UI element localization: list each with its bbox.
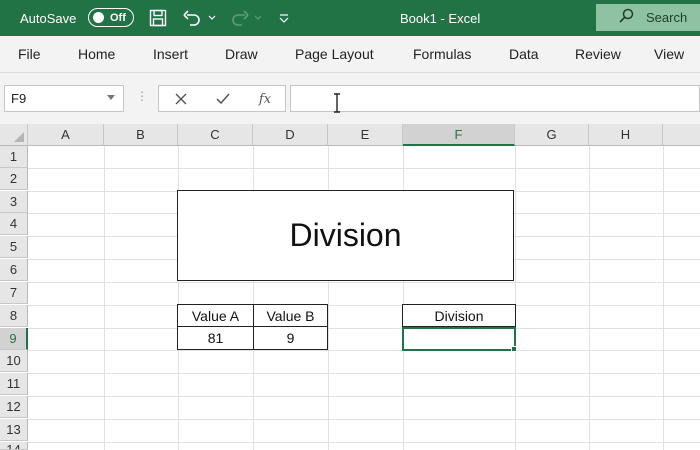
- column-header-g[interactable]: G: [515, 124, 589, 146]
- row-header-1[interactable]: 1: [0, 146, 28, 168]
- column-header-b[interactable]: B: [104, 124, 178, 146]
- menu-formulas[interactable]: Formulas: [413, 36, 471, 72]
- cell-value-b[interactable]: 9: [253, 327, 328, 350]
- gridline: [28, 419, 700, 420]
- row-header-11[interactable]: 11: [0, 373, 28, 395]
- column-header-c[interactable]: C: [178, 124, 253, 146]
- selected-cell-f9[interactable]: [402, 327, 516, 351]
- header-value-a[interactable]: Value A: [177, 304, 254, 327]
- gridline: [28, 282, 700, 283]
- menu-bar: File Home Insert Draw Page Layout Formul…: [0, 36, 700, 72]
- row-header-2[interactable]: 2: [0, 168, 28, 190]
- toggle-knob: [93, 12, 104, 23]
- search-icon: [618, 8, 634, 27]
- fill-handle[interactable]: [511, 346, 517, 352]
- cell-value-a[interactable]: 81: [177, 327, 254, 350]
- menu-insert[interactable]: Insert: [153, 36, 188, 72]
- header-value-b[interactable]: Value B: [253, 304, 328, 327]
- header-division[interactable]: Division: [402, 304, 516, 327]
- row-header-7[interactable]: 7: [0, 282, 28, 304]
- row-header-12[interactable]: 12: [0, 396, 28, 418]
- gridline: [28, 396, 700, 397]
- row-header-8[interactable]: 8: [0, 305, 28, 327]
- column-header-overflow: [663, 124, 700, 146]
- menu-page-layout[interactable]: Page Layout: [295, 36, 374, 72]
- menu-data[interactable]: Data: [509, 36, 539, 72]
- enter-icon[interactable]: [213, 89, 233, 109]
- formula-bar-area: F9 ⋮ fx: [0, 72, 700, 124]
- column-header-a[interactable]: A: [28, 124, 104, 146]
- formula-buttons: fx: [158, 85, 286, 112]
- menu-review[interactable]: Review: [575, 36, 621, 72]
- autosave-label: AutoSave: [20, 10, 77, 26]
- row-header-3[interactable]: 3: [0, 191, 28, 213]
- row-header-10[interactable]: 10: [0, 350, 28, 372]
- chevron-down-icon[interactable]: [107, 95, 115, 100]
- drag-handle-icon[interactable]: ⋮: [136, 89, 148, 103]
- row-header-9[interactable]: 9: [0, 328, 28, 350]
- gridline: [28, 442, 700, 443]
- select-all-icon: [14, 132, 24, 142]
- document-title: Book1 - Excel: [400, 10, 481, 26]
- select-all-corner[interactable]: [0, 124, 28, 146]
- redo-dropdown-icon[interactable]: [252, 0, 264, 36]
- title-bar: AutoSave Off Book1 - Excel Search: [0, 0, 700, 36]
- insert-function-icon[interactable]: fx: [255, 89, 275, 109]
- undo-dropdown-icon[interactable]: [206, 0, 218, 36]
- column-header-d[interactable]: D: [253, 124, 328, 146]
- gridline: [28, 305, 700, 306]
- name-box-value: F9: [11, 91, 27, 106]
- gridline: [28, 373, 700, 374]
- row-header-4[interactable]: 4: [0, 213, 28, 235]
- save-icon[interactable]: [146, 0, 170, 36]
- menu-view[interactable]: View: [654, 36, 684, 72]
- row-header-5[interactable]: 5: [0, 236, 28, 258]
- search-box[interactable]: Search: [596, 4, 700, 31]
- customize-toolbar-icon[interactable]: [272, 0, 296, 36]
- undo-icon[interactable]: [180, 0, 204, 36]
- menu-file[interactable]: File: [18, 36, 41, 72]
- text-cursor-icon: [333, 93, 341, 118]
- gridline: [28, 350, 700, 351]
- row-header-13[interactable]: 13: [0, 419, 28, 441]
- name-box[interactable]: F9: [4, 85, 124, 112]
- gridline: [28, 168, 700, 169]
- column-header-f[interactable]: F: [403, 124, 515, 146]
- gridline: [28, 328, 700, 329]
- worksheet: A B C D E F G H 1 2 3 4 5 6 7 8 9 10 11 …: [0, 124, 700, 450]
- search-label: Search: [646, 10, 688, 25]
- title-cell[interactable]: Division: [177, 190, 514, 281]
- row-header-6[interactable]: 6: [0, 259, 28, 281]
- autosave-toggle[interactable]: Off: [88, 8, 134, 27]
- formula-input[interactable]: [290, 85, 700, 112]
- redo-icon[interactable]: [228, 0, 252, 36]
- autosave-state: Off: [110, 11, 126, 24]
- cancel-icon[interactable]: [171, 89, 191, 109]
- menu-home[interactable]: Home: [78, 36, 115, 72]
- menu-draw[interactable]: Draw: [225, 36, 258, 72]
- row-header-14[interactable]: 14: [0, 442, 28, 450]
- column-header-h[interactable]: H: [589, 124, 663, 146]
- column-header-e[interactable]: E: [328, 124, 403, 146]
